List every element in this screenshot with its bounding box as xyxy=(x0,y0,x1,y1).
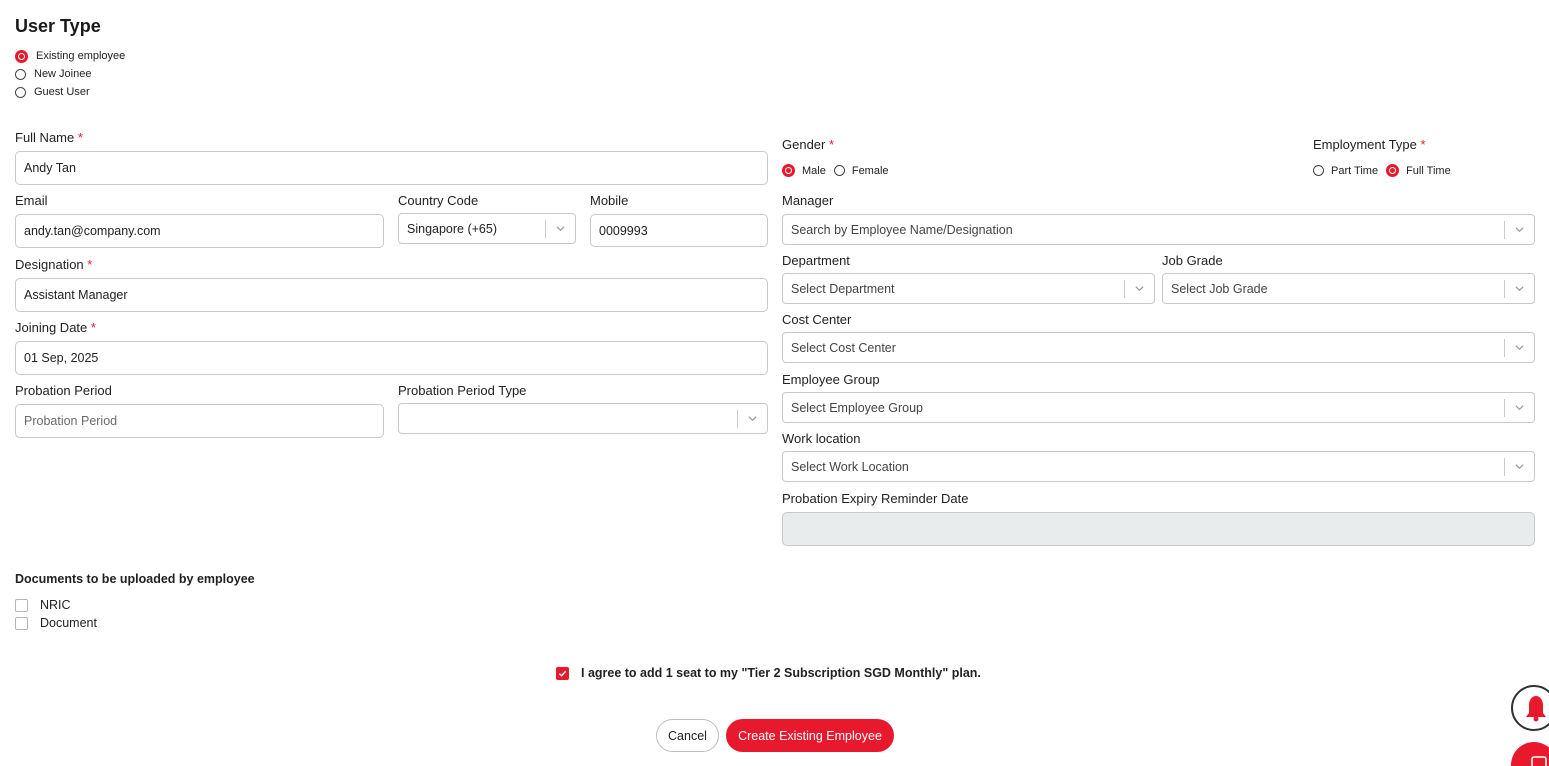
documents-title: Documents to be uploaded by employee xyxy=(15,572,255,586)
employment-type-label: Employment Type * xyxy=(1313,137,1426,152)
probation-expiry-label: Probation Expiry Reminder Date xyxy=(782,491,969,506)
required-marker: * xyxy=(90,320,96,335)
label-text: Joining Date xyxy=(15,320,88,335)
cost-center-label: Cost Center xyxy=(782,312,852,327)
document-label: NRIC xyxy=(40,598,71,612)
create-employee-button[interactable]: Create Existing Employee xyxy=(726,719,894,752)
required-marker: * xyxy=(87,257,93,272)
label-text: Designation xyxy=(15,257,84,272)
job-grade-select[interactable]: Select Job Grade xyxy=(1162,273,1535,304)
gender-label: Gender * xyxy=(782,137,834,152)
radio-label: New Joinee xyxy=(34,68,92,80)
probation-expiry-input xyxy=(782,512,1535,546)
manager-placeholder: Search by Employee Name/Designation xyxy=(791,222,1013,237)
checkbox-checked-icon[interactable] xyxy=(556,666,569,680)
checkbox-unchecked-icon[interactable] xyxy=(15,598,28,612)
radio-selected-icon[interactable] xyxy=(15,49,28,63)
radio-unselected-icon[interactable] xyxy=(15,86,26,98)
user-type-radio-group: Existing employee New Joinee Guest User xyxy=(15,47,125,101)
designation-label: Designation * xyxy=(15,257,92,272)
work-location-placeholder: Select Work Location xyxy=(791,459,909,474)
full-name-input[interactable]: Andy Tan xyxy=(15,151,768,185)
department-label: Department xyxy=(782,253,850,268)
cost-center-placeholder: Select Cost Center xyxy=(791,340,896,355)
required-marker: * xyxy=(1420,137,1426,152)
gender-male-label[interactable]: Male xyxy=(802,165,826,177)
user-type-title: User Type xyxy=(15,16,101,36)
gender-radio-group: Male Female xyxy=(782,164,889,177)
radio-existing-employee[interactable]: Existing employee xyxy=(15,47,125,65)
chevron-down-icon[interactable] xyxy=(1505,224,1534,235)
department-select[interactable]: Select Department xyxy=(782,273,1155,304)
chevron-down-icon[interactable] xyxy=(1505,342,1534,353)
employee-group-label: Employee Group xyxy=(782,372,880,387)
chevron-down-icon[interactable] xyxy=(738,413,767,424)
cost-center-select[interactable]: Select Cost Center xyxy=(782,332,1535,363)
label-text: Full Name xyxy=(15,130,75,145)
required-marker: * xyxy=(829,137,835,152)
gender-female-label[interactable]: Female xyxy=(852,165,889,177)
document-item-nric[interactable]: NRIC xyxy=(15,596,97,614)
checkbox-unchecked-icon[interactable] xyxy=(15,616,28,630)
chevron-down-icon[interactable] xyxy=(1505,283,1534,294)
radio-unselected-icon[interactable] xyxy=(833,165,845,176)
probation-period-input[interactable]: Probation Period xyxy=(15,404,384,438)
department-placeholder: Select Department xyxy=(791,281,895,296)
radio-unselected-icon[interactable] xyxy=(1313,165,1324,176)
email-input[interactable]: andy.tan@company.com xyxy=(15,214,384,248)
designation-input[interactable]: Assistant Manager xyxy=(15,278,768,312)
work-location-select[interactable]: Select Work Location xyxy=(782,451,1535,482)
part-time-label[interactable]: Part Time xyxy=(1331,165,1378,177)
agreement-text: I agree to add 1 seat to my "Tier 2 Subs… xyxy=(581,666,981,680)
radio-label: Existing employee xyxy=(36,50,126,62)
notification-widget[interactable] xyxy=(1511,685,1549,731)
cancel-button[interactable]: Cancel xyxy=(656,719,719,752)
country-code-select[interactable]: Singapore (+65) xyxy=(398,213,576,244)
radio-new-joinee[interactable]: New Joinee xyxy=(15,65,125,83)
job-grade-placeholder: Select Job Grade xyxy=(1171,281,1268,296)
work-location-label: Work location xyxy=(782,431,861,446)
chevron-down-icon[interactable] xyxy=(1125,283,1154,294)
email-label: Email xyxy=(15,193,48,208)
document-label: Document xyxy=(40,616,97,630)
radio-unselected-icon[interactable] xyxy=(15,68,26,80)
document-item-document[interactable]: Document xyxy=(15,614,97,632)
radio-selected-icon[interactable] xyxy=(1386,164,1400,177)
employee-group-select[interactable]: Select Employee Group xyxy=(782,392,1535,423)
documents-list: NRIC Document xyxy=(15,596,97,632)
full-name-label: Full Name * xyxy=(15,130,83,145)
job-grade-label: Job Grade xyxy=(1162,253,1223,268)
mobile-input[interactable]: 0009993 xyxy=(590,214,768,247)
chevron-down-icon[interactable] xyxy=(546,223,575,234)
probation-period-type-label: Probation Period Type xyxy=(398,383,527,398)
probation-period-type-select[interactable] xyxy=(398,403,768,434)
radio-guest-user[interactable]: Guest User xyxy=(15,83,125,101)
employee-group-placeholder: Select Employee Group xyxy=(791,400,924,415)
country-code-value: Singapore (+65) xyxy=(407,221,497,236)
label-text: Gender xyxy=(782,137,826,152)
joining-date-input[interactable]: 01 Sep, 2025 xyxy=(15,341,768,375)
radio-label: Guest User xyxy=(34,86,90,98)
label-text: Employment Type xyxy=(1313,137,1417,152)
manager-select[interactable]: Search by Employee Name/Designation xyxy=(782,214,1535,245)
manager-label: Manager xyxy=(782,193,834,208)
agreement-row[interactable]: I agree to add 1 seat to my "Tier 2 Subs… xyxy=(556,666,981,680)
full-time-label[interactable]: Full Time xyxy=(1406,165,1451,177)
mobile-label: Mobile xyxy=(590,193,629,208)
chevron-down-icon[interactable] xyxy=(1505,461,1534,472)
bell-icon xyxy=(1526,696,1546,722)
radio-selected-icon[interactable] xyxy=(782,164,795,177)
probation-period-label: Probation Period xyxy=(15,383,112,398)
joining-date-label: Joining Date * xyxy=(15,320,96,335)
chevron-down-icon[interactable] xyxy=(1505,402,1534,413)
chat-widget[interactable] xyxy=(1511,742,1549,766)
employment-type-radio-group: Part Time Full Time xyxy=(1313,164,1451,177)
country-code-label: Country Code xyxy=(398,193,479,208)
required-marker: * xyxy=(77,130,83,145)
chat-icon xyxy=(1531,756,1547,766)
